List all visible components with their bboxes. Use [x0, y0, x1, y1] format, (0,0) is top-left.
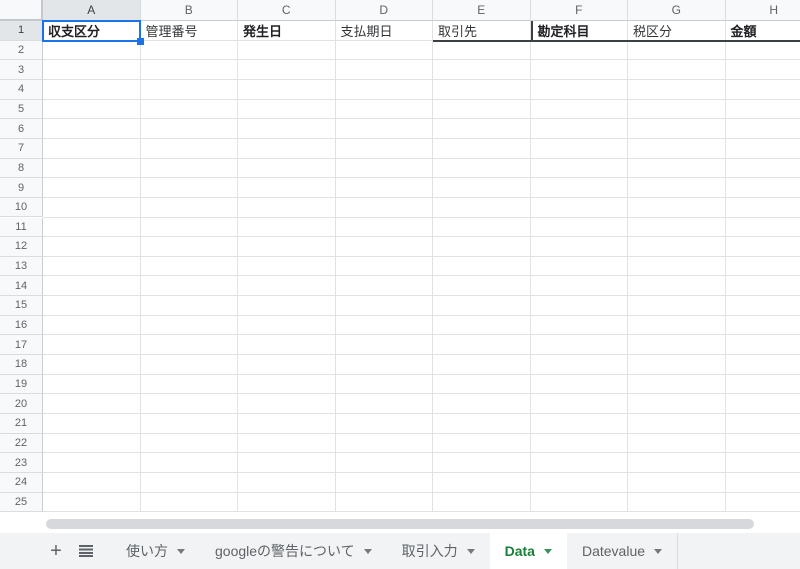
row-header-17[interactable]: 17	[0, 335, 43, 356]
row-header-8[interactable]: 8	[0, 158, 43, 179]
row-header-4[interactable]: 4	[0, 79, 43, 100]
gridline-horizontal	[43, 78, 800, 80]
gridline-vertical	[432, 21, 433, 513]
column-header-A[interactable]: A	[43, 0, 141, 21]
gridline-horizontal	[43, 452, 800, 454]
gridline-horizontal	[43, 118, 800, 120]
sheet-tab-bar: + 使い方 googleの警告について 取引入力 Data Datevalue	[0, 533, 800, 569]
cell-H1[interactable]: 金額	[725, 21, 800, 42]
gridline-vertical	[529, 21, 531, 513]
sheet-tab-label: Data	[504, 543, 535, 559]
tab-dropdown-icon[interactable]	[543, 549, 552, 554]
plus-icon: +	[50, 540, 62, 562]
sheet-tab-label: 取引入力	[401, 543, 458, 559]
gridline-horizontal	[43, 177, 800, 179]
row-header-25[interactable]: 25	[0, 492, 43, 513]
sheet-tabs: 使い方 googleの警告について 取引入力 Data Datevalue	[111, 533, 677, 569]
row-header-11[interactable]: 11	[0, 217, 43, 238]
gridline-horizontal	[43, 491, 800, 493]
row-header-15[interactable]: 15	[0, 296, 43, 316]
row-header-14[interactable]: 14	[0, 276, 43, 297]
row-header-24[interactable]: 24	[0, 472, 43, 493]
scrollbar-thumb[interactable]	[46, 519, 754, 529]
row-header-7[interactable]: 7	[0, 138, 43, 159]
cell-E1[interactable]: 取引先	[433, 21, 531, 42]
gridline-horizontal	[43, 314, 800, 316]
row-header-1[interactable]: 1	[0, 21, 43, 41]
gridline-vertical	[724, 21, 726, 513]
gridline-vertical	[334, 21, 336, 513]
cell-D1[interactable]: 支払期日	[336, 21, 434, 41]
spreadsheet-app: ABCDEFGH 1 2 3 4 5 6 7 8 9 10 11 12 13 14 15 16 17 18 19 20…	[0, 0, 800, 569]
column-header-G[interactable]: G	[628, 0, 726, 21]
sheet-list-icon	[79, 545, 93, 557]
select-all-corner[interactable]	[0, 0, 43, 21]
gridline-horizontal	[43, 295, 800, 297]
row-header-6[interactable]: 6	[0, 119, 43, 139]
sheet-tab-label: Datevalue	[581, 543, 646, 559]
tab-dropdown-icon[interactable]	[363, 549, 372, 554]
sheet-tab-1[interactable]: 使い方	[111, 533, 200, 569]
row-header-23[interactable]: 23	[0, 453, 43, 473]
gridline-horizontal	[43, 137, 800, 139]
gridline-horizontal	[43, 413, 800, 414]
gridline-horizontal	[43, 334, 800, 336]
tab-dropdown-icon[interactable]	[466, 549, 475, 554]
column-header-C[interactable]: C	[238, 0, 336, 21]
column-header-F[interactable]: F	[530, 0, 628, 21]
horizontal-scrollbar[interactable]	[0, 513, 800, 533]
row-header-5[interactable]: 5	[0, 99, 43, 120]
add-sheet-button[interactable]: +	[41, 536, 71, 566]
row-header-12[interactable]: 12	[0, 237, 43, 257]
column-header-E[interactable]: E	[433, 0, 531, 21]
row-header-20[interactable]: 20	[0, 394, 43, 414]
column-header-B[interactable]: B	[140, 0, 238, 21]
gridline-horizontal	[43, 432, 800, 434]
gridline-horizontal	[43, 393, 800, 395]
sheet-tab-5[interactable]: Datevalue	[567, 533, 677, 569]
sheet-tab-label: 使い方	[126, 543, 168, 559]
gridline-horizontal	[43, 255, 800, 257]
gridline-horizontal	[43, 157, 800, 159]
row-header-9[interactable]: 9	[0, 178, 43, 198]
gridline-horizontal	[43, 196, 800, 198]
row-header-22[interactable]: 22	[0, 433, 43, 454]
gridline-horizontal	[43, 216, 800, 218]
gridline-horizontal	[43, 471, 800, 473]
sheet-grid: ABCDEFGH 1 2 3 4 5 6 7 8 9 10 11 12 13 14 15 16 17 18 19 20…	[0, 0, 800, 513]
cell-B1[interactable]: 管理番号	[141, 21, 239, 41]
row-header-10[interactable]: 10	[0, 197, 43, 218]
cell-F1[interactable]: 勘定科目	[530, 21, 628, 42]
cell-G1[interactable]: 税区分	[628, 21, 726, 42]
tab-dropdown-icon[interactable]	[654, 549, 663, 554]
sheet-tab-3[interactable]: 取引入力	[387, 533, 490, 569]
row-header-13[interactable]: 13	[0, 256, 43, 277]
tab-dropdown-icon[interactable]	[177, 549, 185, 554]
row-header-16[interactable]: 16	[0, 315, 43, 336]
gridline-horizontal	[43, 373, 800, 375]
all-sheets-button[interactable]	[71, 536, 101, 566]
cell-A1[interactable]: 収支区分	[43, 21, 141, 41]
fill-handle-icon[interactable]	[136, 37, 144, 45]
column-header-H[interactable]: H	[725, 0, 800, 21]
row-header-3[interactable]: 3	[0, 60, 43, 80]
gridline-horizontal	[43, 236, 800, 238]
row-header-19[interactable]: 19	[0, 374, 43, 395]
sheet-tab-label: googleの警告について	[215, 543, 355, 559]
gridline-vertical	[139, 21, 141, 513]
tab-separator	[677, 533, 679, 569]
row-header-2[interactable]: 2	[0, 40, 43, 61]
cell-C1[interactable]: 発生日	[238, 21, 336, 41]
sheet-tab-4[interactable]: Data	[489, 533, 567, 569]
gridline-vertical	[237, 21, 238, 513]
row-header-18[interactable]: 18	[0, 355, 43, 375]
gridline-horizontal	[43, 354, 800, 356]
sheet-tab-2[interactable]: googleの警告について	[200, 533, 387, 569]
gridline-horizontal	[43, 59, 800, 61]
gridline-horizontal	[43, 98, 800, 100]
gridline-vertical	[627, 21, 628, 513]
column-header-D[interactable]: D	[335, 0, 433, 21]
gridline-horizontal	[43, 275, 800, 277]
row-header-21[interactable]: 21	[0, 414, 43, 434]
